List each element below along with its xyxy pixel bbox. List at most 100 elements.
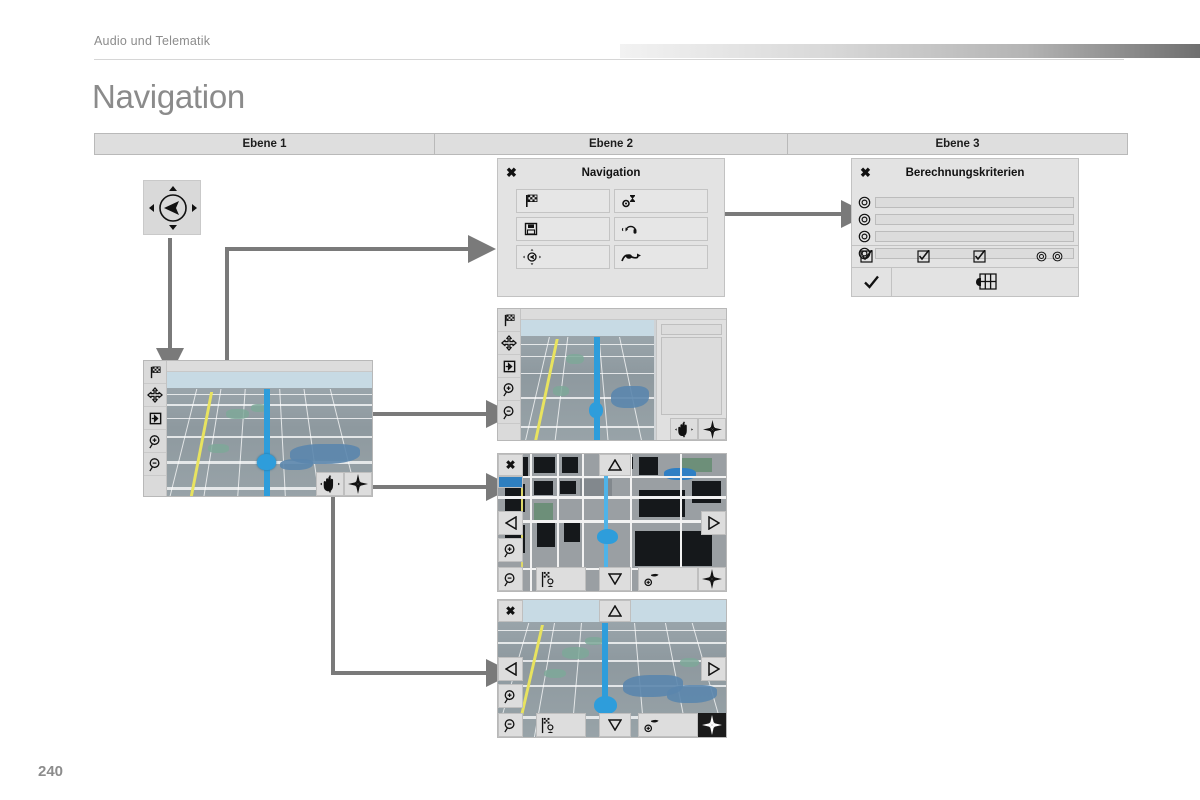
pan-left-button[interactable] <box>498 511 523 535</box>
pan-right-button[interactable] <box>701 657 726 681</box>
header-gradient-bar <box>620 44 1200 58</box>
poi-flags-icon <box>541 717 554 733</box>
add-waypoint-button[interactable] <box>638 567 698 591</box>
compass-rose-dark-button[interactable] <box>698 713 726 737</box>
pan-down-button[interactable] <box>599 713 631 737</box>
sidebar-item-exit[interactable] <box>144 407 166 430</box>
arrow-main-map-to-pan3d <box>331 497 514 687</box>
pan-right-button[interactable] <box>701 511 726 535</box>
map-screen-3d-main[interactable] <box>143 360 373 497</box>
poi-flags-icon <box>541 571 554 587</box>
map-canvas[interactable] <box>521 320 654 440</box>
close-icon[interactable]: ✖ <box>498 600 523 622</box>
compass-rose-icon <box>348 474 368 494</box>
map-topbar <box>498 309 726 320</box>
pan-up-button[interactable] <box>599 454 631 476</box>
vehicle-marker <box>593 695 617 714</box>
sidebar-item-destination[interactable] <box>144 361 166 384</box>
nav-button-route-guidance[interactable] <box>614 245 708 269</box>
header-divider <box>94 59 1124 60</box>
info-list <box>661 337 722 415</box>
zoom-in-button[interactable] <box>498 684 523 708</box>
criteria-checkbox-3[interactable] <box>965 250 1022 263</box>
criteria-value-bar <box>875 197 1074 208</box>
zoom-out-icon <box>148 457 160 471</box>
exit-arrow-icon <box>503 360 515 372</box>
map-sidebar <box>498 309 521 440</box>
nav-button-traffic-info[interactable] <box>614 217 708 241</box>
pan-right-icon <box>707 662 720 676</box>
zoom-out-icon <box>504 572 515 586</box>
criteria-value-bar <box>875 231 1074 242</box>
sidebar-item-move[interactable] <box>498 332 520 355</box>
pan-down-icon <box>608 719 622 731</box>
pan-up-button[interactable] <box>599 600 631 622</box>
compass-rose-button[interactable] <box>698 567 726 591</box>
add-waypoint-button[interactable] <box>638 713 698 737</box>
radio-button-icon <box>1052 251 1063 262</box>
sidebar-item-zoom-in[interactable] <box>144 430 166 453</box>
nav-button-save[interactable] <box>516 217 610 241</box>
hand-pan-icon <box>675 420 693 438</box>
list-item[interactable] <box>858 212 1074 227</box>
hand-pan-button[interactable] <box>670 418 698 440</box>
running-head: Audio und Telematik <box>94 34 211 48</box>
compass-rose-button[interactable] <box>344 472 372 496</box>
traffic-headset-icon <box>621 225 637 234</box>
criteria-footer <box>852 268 1078 296</box>
nav-button-destination[interactable] <box>516 189 610 213</box>
zoom-in-icon <box>504 543 515 557</box>
list-item[interactable] <box>858 195 1074 210</box>
poi-flags-button[interactable] <box>536 713 586 737</box>
move-cross-icon <box>147 387 163 403</box>
nav-button-calculation-criteria[interactable] <box>614 189 708 213</box>
sidebar-item-destination[interactable] <box>498 309 520 332</box>
compass-rose-button[interactable] <box>698 418 726 440</box>
pan-left-button[interactable] <box>498 657 523 681</box>
criteria-radio-pair[interactable] <box>1022 251 1078 262</box>
criteria-checkbox-1[interactable] <box>852 250 909 263</box>
confirm-button[interactable] <box>852 268 892 296</box>
poi-flags-button[interactable] <box>536 567 586 591</box>
gps-compass-icon <box>523 249 541 265</box>
navigation-dialog-title: Navigation <box>581 167 641 179</box>
navigation-dialog: ✖ Navigation <box>497 158 725 297</box>
zoom-out-button[interactable] <box>498 567 523 591</box>
zoom-out-button[interactable] <box>498 713 523 737</box>
nav-button-gps-position[interactable] <box>516 245 610 269</box>
move-cross-icon <box>501 335 517 351</box>
page-root: Audio und Telematik Navigation 240 Ebene… <box>0 0 1200 800</box>
compass-joystick[interactable] <box>143 180 201 235</box>
zoom-in-button[interactable] <box>498 538 523 562</box>
sidebar-item-exit[interactable] <box>498 355 520 378</box>
map-screen-3d-split[interactable] <box>497 308 727 441</box>
pan-up-icon <box>608 605 622 617</box>
map-render-3d <box>521 320 654 440</box>
page-title: Navigation <box>92 78 245 115</box>
pan-down-button[interactable] <box>599 567 631 591</box>
sidebar-item-move[interactable] <box>144 384 166 407</box>
radio-button-icon <box>1036 251 1047 262</box>
sidebar-item-zoom-in[interactable] <box>498 378 520 401</box>
route-road-icon <box>621 253 641 262</box>
criteria-checkbox-2[interactable] <box>909 250 966 263</box>
hand-pan-button[interactable] <box>316 472 344 496</box>
map-grid-button[interactable] <box>892 268 1078 296</box>
exit-arrow-icon <box>149 412 161 424</box>
level-header-cell-3: Ebene 3 <box>787 133 1128 155</box>
close-icon[interactable]: ✖ <box>498 454 523 476</box>
map-sidebar <box>144 361 167 496</box>
checkbox-checked-icon <box>973 250 986 263</box>
checkered-flag-icon <box>150 366 161 378</box>
zoom-in-icon <box>502 382 514 396</box>
vehicle-marker <box>257 453 276 470</box>
map-screen-3d-pan[interactable]: ✖ <box>497 599 727 738</box>
zoom-in-icon <box>148 434 160 448</box>
map-grid-hand-icon <box>976 273 997 290</box>
calculation-criteria-icon <box>622 195 635 208</box>
list-item[interactable] <box>858 229 1074 244</box>
sidebar-item-zoom-out[interactable] <box>498 401 520 424</box>
map-screen-2d-pan[interactable]: ✖ <box>497 453 727 592</box>
zoom-in-icon <box>504 689 515 703</box>
sidebar-item-zoom-out[interactable] <box>144 453 166 476</box>
